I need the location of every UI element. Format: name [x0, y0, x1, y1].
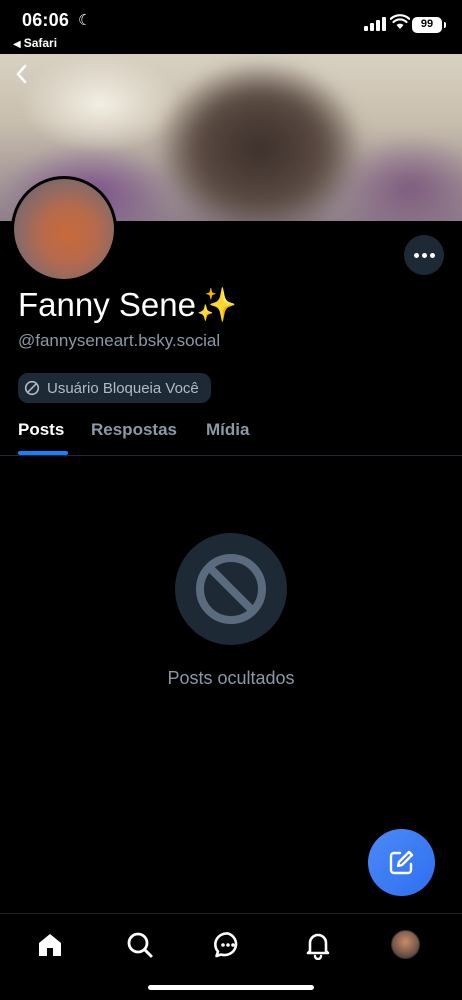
moon-icon: ☾	[78, 12, 92, 29]
back-chevron-icon[interactable]	[10, 62, 34, 86]
hidden-posts-icon	[175, 533, 287, 645]
profile-avatar-nav[interactable]	[391, 930, 420, 959]
chat-icon[interactable]	[213, 930, 243, 960]
empty-state-message: Posts ocultados	[167, 668, 295, 688]
profile-display-name: Fanny Sene✨	[18, 286, 238, 323]
active-tab-indicator	[18, 451, 68, 455]
blocked-status-badge: Usuário Bloqueia Você	[18, 373, 211, 403]
status-time: 06:06	[22, 10, 70, 30]
profile-handle: @fannyseneart.bsky.social	[18, 331, 221, 350]
tab-posts[interactable]: Posts	[18, 420, 64, 440]
compose-button[interactable]	[368, 829, 435, 896]
status-bar: 06:06 ☾ ◀ Safari 99	[0, 0, 462, 54]
ellipsis-dot	[414, 253, 419, 258]
back-triangle-icon: ◀	[13, 39, 21, 50]
tab-midia[interactable]: Mídia	[206, 420, 249, 440]
block-icon	[24, 380, 40, 396]
home-icon[interactable]	[35, 930, 65, 960]
home-indicator	[148, 985, 314, 990]
more-options-button[interactable]	[404, 235, 444, 275]
tab-respostas[interactable]: Respostas	[91, 420, 177, 440]
blocked-badge-label: Usuário Bloqueia Você	[47, 379, 199, 397]
profile-avatar[interactable]	[11, 176, 117, 282]
profile-tabs: Posts Respostas Mídia	[0, 414, 462, 456]
cellular-signal-icon	[364, 17, 386, 31]
search-icon[interactable]	[125, 930, 155, 960]
compose-icon	[389, 850, 414, 875]
ellipsis-dot	[430, 253, 435, 258]
back-app-label: Safari	[23, 36, 58, 50]
back-to-app-link[interactable]: ◀ Safari	[13, 36, 57, 50]
ellipsis-dot	[422, 253, 427, 258]
wifi-icon	[390, 14, 410, 29]
battery-indicator: 99	[412, 17, 446, 33]
bell-icon[interactable]	[303, 930, 333, 960]
